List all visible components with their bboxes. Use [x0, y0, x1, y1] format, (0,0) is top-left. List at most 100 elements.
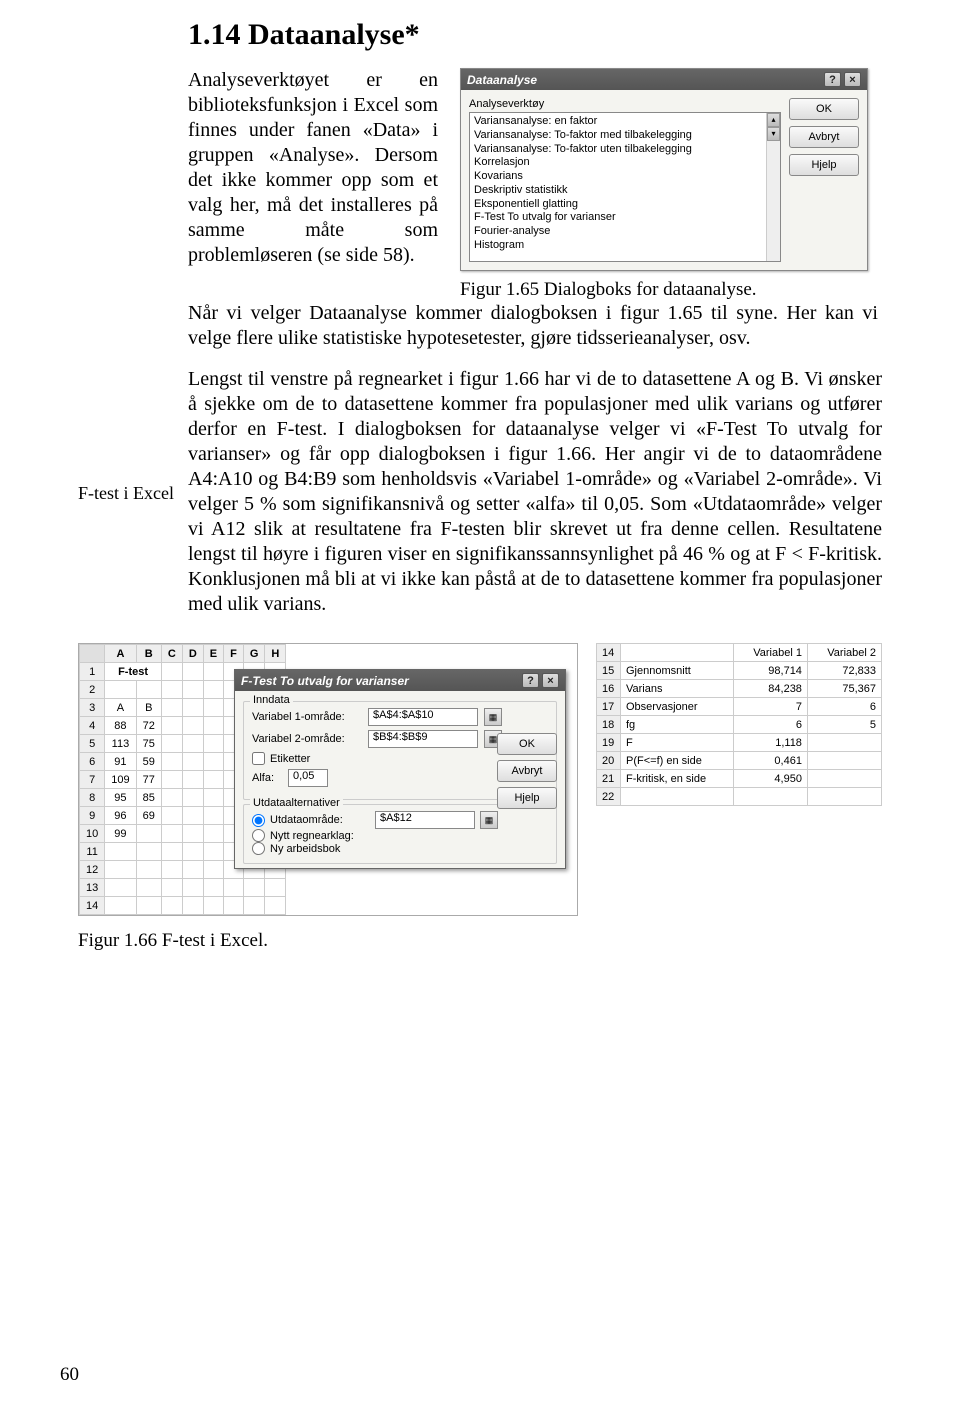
- list-item[interactable]: Fourier-analyse: [474, 225, 776, 239]
- row-header[interactable]: 14: [80, 897, 105, 915]
- cell[interactable]: 95: [105, 789, 136, 807]
- col-header[interactable]: H: [265, 645, 286, 663]
- list-item[interactable]: Variansanalyse: To-faktor uten tilbakele…: [474, 143, 776, 157]
- col-header[interactable]: D: [182, 645, 203, 663]
- list-item[interactable]: Korrelasjon: [474, 156, 776, 170]
- scrollbar[interactable]: ▴ ▾: [766, 113, 780, 261]
- row-header[interactable]: 11: [80, 843, 105, 861]
- scroll-down-icon[interactable]: ▾: [767, 127, 780, 141]
- row-header[interactable]: 9: [80, 807, 105, 825]
- cell[interactable]: 99: [105, 825, 136, 843]
- var2-input[interactable]: $B$4:$B$9: [368, 730, 478, 748]
- alfa-input[interactable]: 0,05: [288, 769, 328, 787]
- row-header[interactable]: 20: [597, 752, 621, 770]
- cell[interactable]: 113: [105, 735, 136, 753]
- row-header[interactable]: 10: [80, 825, 105, 843]
- cell[interactable]: 72: [136, 717, 161, 735]
- cell[interactable]: 59: [136, 753, 161, 771]
- help-button[interactable]: Hjelp: [497, 787, 557, 809]
- row-header[interactable]: 16: [597, 680, 621, 698]
- dialog-titlebar: F-Test To utvalg for varianser ? ×: [235, 670, 565, 691]
- result-label: Observasjoner: [621, 698, 734, 716]
- row-header[interactable]: 2: [80, 681, 105, 699]
- list-item[interactable]: Histogram: [474, 239, 776, 253]
- list-item[interactable]: Variansanalyse: To-faktor med tilbakeleg…: [474, 129, 776, 143]
- row-header[interactable]: 13: [80, 879, 105, 897]
- list-item[interactable]: Variansanalyse: en faktor: [474, 115, 776, 129]
- close-icon[interactable]: ×: [542, 673, 559, 688]
- list-item[interactable]: Deskriptiv statistikk: [474, 184, 776, 198]
- ok-button[interactable]: OK: [497, 733, 557, 755]
- row-header[interactable]: 6: [80, 753, 105, 771]
- range-picker-icon[interactable]: ▦: [484, 708, 502, 726]
- help-icon[interactable]: ?: [522, 673, 539, 688]
- cell[interactable]: 91: [105, 753, 136, 771]
- row-header[interactable]: 8: [80, 789, 105, 807]
- cell[interactable]: 109: [105, 771, 136, 789]
- list-item[interactable]: Kovarians: [474, 170, 776, 184]
- nytt-regneark-radio[interactable]: [252, 829, 265, 842]
- cell[interactable]: A: [105, 699, 136, 717]
- row-header[interactable]: 18: [597, 716, 621, 734]
- corner-cell[interactable]: [80, 645, 105, 663]
- cell[interactable]: 75: [136, 735, 161, 753]
- row-header[interactable]: 4: [80, 717, 105, 735]
- figure-caption-1: Figur 1.65 Dialogboks for dataanalyse.: [460, 279, 868, 301]
- output-range-input[interactable]: $A$12: [375, 811, 475, 829]
- result-value: 98,714: [733, 662, 807, 680]
- col-header[interactable]: G: [243, 645, 265, 663]
- col-header[interactable]: A: [105, 645, 136, 663]
- result-label: fg: [621, 716, 734, 734]
- body-paragraph: Lengst til venstre på regnearket i figur…: [188, 367, 882, 617]
- var1-input[interactable]: $A$4:$A$10: [368, 708, 478, 726]
- result-label: F: [621, 734, 734, 752]
- result-value: 1,118: [733, 734, 807, 752]
- cell[interactable]: 77: [136, 771, 161, 789]
- intro-continuation: Når vi velger Dataanalyse kommer dialogb…: [188, 301, 878, 351]
- ok-button[interactable]: OK: [789, 98, 859, 120]
- list-item[interactable]: F-Test To utvalg for varianser: [474, 211, 776, 225]
- col-header[interactable]: E: [203, 645, 223, 663]
- analysis-listbox[interactable]: Variansanalyse: en faktor Variansanalyse…: [469, 112, 781, 262]
- close-icon[interactable]: ×: [844, 72, 861, 87]
- cell[interactable]: 88: [105, 717, 136, 735]
- cell[interactable]: F-test: [105, 663, 162, 681]
- cancel-button[interactable]: Avbryt: [789, 126, 859, 148]
- result-value: 5: [807, 716, 881, 734]
- row-header[interactable]: 5: [80, 735, 105, 753]
- row-header[interactable]: 19: [597, 734, 621, 752]
- col-header[interactable]: C: [161, 645, 182, 663]
- etiketter-checkbox[interactable]: [252, 752, 265, 765]
- result-value: 84,238: [733, 680, 807, 698]
- field-label: Alfa:: [252, 772, 282, 784]
- list-item[interactable]: Eksponentiell glatting: [474, 198, 776, 212]
- row-header[interactable]: 7: [80, 771, 105, 789]
- range-picker-icon[interactable]: ▦: [480, 811, 498, 829]
- cancel-button[interactable]: Avbryt: [497, 760, 557, 782]
- row-header[interactable]: 17: [597, 698, 621, 716]
- radio-label: Utdataområde:: [270, 814, 370, 826]
- cell[interactable]: B: [136, 699, 161, 717]
- row-header[interactable]: 1: [80, 663, 105, 681]
- cell[interactable]: 69: [136, 807, 161, 825]
- row-header[interactable]: 14: [597, 644, 621, 662]
- ny-arbeidsbok-radio[interactable]: [252, 842, 265, 855]
- col-header: Variabel 2: [807, 644, 881, 662]
- results-table: 14 Variabel 1 Variabel 2 15Gjennomsnitt9…: [596, 643, 882, 806]
- row-header[interactable]: 15: [597, 662, 621, 680]
- row-header[interactable]: 12: [80, 861, 105, 879]
- page-number: 60: [60, 1364, 79, 1386]
- selected-cell[interactable]: [105, 861, 136, 879]
- row-header[interactable]: 21: [597, 770, 621, 788]
- help-icon[interactable]: ?: [824, 72, 841, 87]
- cell[interactable]: 96: [105, 807, 136, 825]
- row-header[interactable]: 22: [597, 788, 621, 806]
- help-button[interactable]: Hjelp: [789, 154, 859, 176]
- col-header[interactable]: B: [136, 645, 161, 663]
- row-header[interactable]: 3: [80, 699, 105, 717]
- utdata-radio[interactable]: [252, 814, 265, 827]
- col-header[interactable]: F: [224, 645, 244, 663]
- cell[interactable]: 85: [136, 789, 161, 807]
- dataanalyse-dialog: Dataanalyse ? × Analyseverktøy Variansan…: [460, 68, 868, 271]
- scroll-up-icon[interactable]: ▴: [767, 113, 780, 127]
